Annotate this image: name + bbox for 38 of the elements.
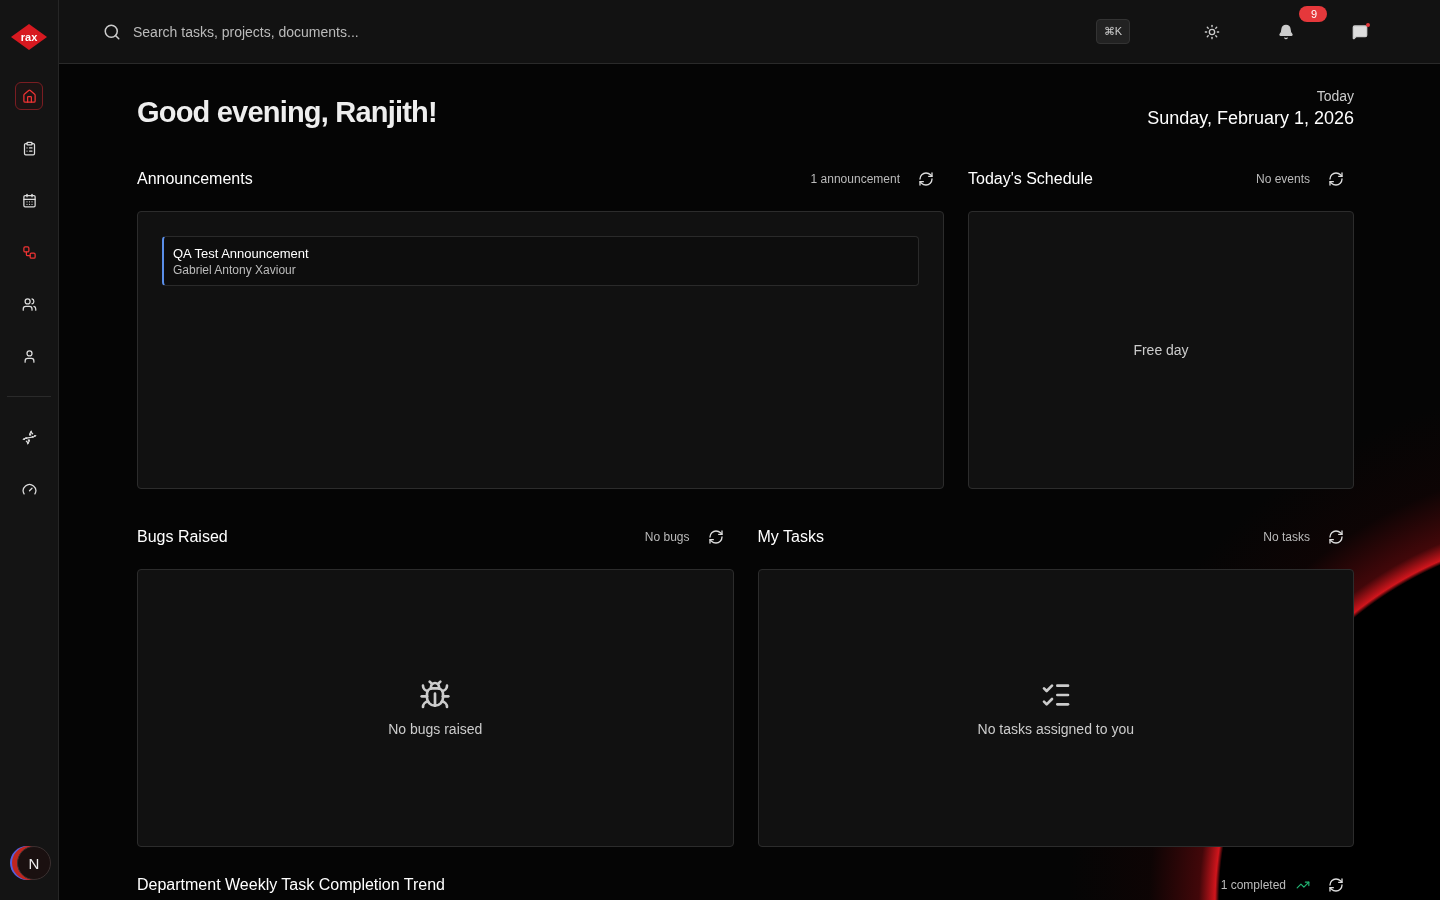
helix-icon (21, 429, 37, 445)
shortcut-hint: ⌘K (1095, 19, 1130, 44)
announcement-title: QA Test Announcement (173, 246, 310, 261)
section-title: Today's Schedule (968, 170, 1093, 188)
clipboard-icon (21, 140, 37, 156)
empty-message: Free day (1133, 342, 1189, 358)
person-icon (21, 348, 37, 364)
empty-message: No tasks assigned to you (977, 721, 1134, 737)
section-title: Department Weekly Task Completion Trend (137, 876, 445, 894)
people-icon (21, 296, 37, 312)
gauge-icon (21, 481, 37, 497)
logo[interactable]: rax (11, 24, 47, 50)
notification-badge: 9 (1299, 5, 1328, 22)
section-title: Bugs Raised (137, 528, 228, 546)
bug-icon (419, 679, 452, 711)
announcement-item[interactable]: QA Test Announcement Gabriel Antony Xaviour (162, 236, 919, 286)
search-icon (103, 22, 121, 41)
status-text: No tasks (1263, 530, 1310, 544)
home-icon (21, 88, 37, 104)
empty-message: No bugs raised (388, 721, 483, 737)
section-title: Announcements (137, 170, 253, 188)
status-text: 1 announcement (810, 172, 900, 186)
section-title: My Tasks (757, 528, 824, 546)
refresh-button[interactable] (707, 529, 724, 545)
refresh-button[interactable] (1328, 171, 1344, 187)
status-text: 1 completed (1220, 878, 1286, 892)
search-field[interactable]: Search tasks, projects, documents... (131, 22, 535, 41)
refresh-button[interactable] (1328, 877, 1344, 893)
refresh-button[interactable] (918, 171, 934, 187)
refresh-button[interactable] (1328, 529, 1344, 545)
status-text: No events (1255, 172, 1310, 186)
date-text: Sunday, February 1, 2026 (1147, 108, 1354, 129)
status-text: No bugs (644, 530, 690, 544)
announcement-author: Gabriel Antony Xaviour (173, 263, 297, 277)
greeting-heading: Good evening, Ranjith! (137, 96, 437, 129)
date-label: Today (1315, 88, 1354, 104)
workflow-icon (21, 244, 37, 260)
calendar-icon (21, 192, 37, 208)
